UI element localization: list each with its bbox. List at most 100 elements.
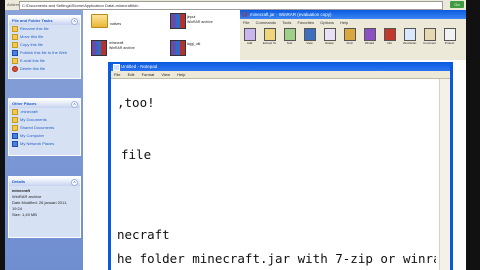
protect-icon <box>443 28 456 41</box>
video-letterbox-right <box>466 0 480 270</box>
panel-header[interactable]: File and Folder Tasks ^ <box>9 16 80 25</box>
chevron-up-icon[interactable]: ^ <box>71 179 78 186</box>
notepad-menu-bar: File Edit Format View Help <box>111 71 450 79</box>
winrar-title-bar[interactable]: minecraft.jar - WinRAR (evaluation copy) <box>240 10 466 19</box>
panel-title: Other Places <box>12 101 37 106</box>
wizard-icon <box>363 28 376 41</box>
rar-archive-icon[interactable] <box>170 40 186 56</box>
delete-icon <box>12 65 18 72</box>
task-email-file[interactable]: E-mail this file <box>9 57 80 65</box>
winrar-menu-tools[interactable]: Tools <box>282 20 291 25</box>
details-panel: Details ^ minecraft WinRAR archive Date … <box>8 176 81 238</box>
task-rename-file[interactable]: Rename this file <box>9 25 80 33</box>
place-my-network[interactable]: My Network Places <box>9 140 80 148</box>
computer-icon <box>12 132 18 139</box>
winrar-menu-bar: File Commands Tools Favorites Options He… <box>240 19 466 26</box>
find-icon <box>343 28 356 41</box>
file-natives-label: natives <box>110 22 122 26</box>
delete-icon <box>323 28 336 41</box>
file-folder-tasks-panel: File and Folder Tasks ^ Rename this file… <box>8 15 81 79</box>
rename-icon <box>12 25 18 32</box>
task-delete-file[interactable]: Delete this file <box>9 65 80 73</box>
file-minecraft-type: WinRAR archive <box>109 46 135 50</box>
task-publish-file[interactable]: Publish this file to the Web <box>9 49 80 57</box>
notepad-text-area[interactable]: ,too! file necraft he folder minecraft.j… <box>111 79 436 270</box>
panel-title: File and Folder Tasks <box>12 18 53 23</box>
chevron-up-icon[interactable]: ^ <box>71 18 78 25</box>
file-jinput-label: jinput <box>187 15 196 19</box>
panel-title: Details <box>12 179 26 184</box>
notepad-vertical-scrollbar[interactable] <box>439 79 450 270</box>
winrar-menu-help[interactable]: Help <box>340 20 348 25</box>
notepad-menu-edit[interactable]: Edit <box>128 72 135 77</box>
place-shared-documents[interactable]: Shared Documents <box>9 124 80 132</box>
winrar-test-button[interactable]: Test <box>282 28 297 46</box>
folder-icon <box>12 108 18 115</box>
extract-icon <box>263 28 276 41</box>
winrar-view-button[interactable]: View <box>302 28 317 46</box>
panel-header[interactable]: Other Places ^ <box>9 99 80 108</box>
virusscan-icon <box>403 28 416 41</box>
folder-icon <box>12 116 18 123</box>
file-jinput-type: WinRAR archive <box>187 20 213 24</box>
winrar-menu-file[interactable]: File <box>243 20 249 25</box>
details-content: minecraft WinRAR archive Date Modified: … <box>9 186 80 220</box>
notepad-line-2: file <box>121 147 152 162</box>
place-minecraft[interactable]: .minecraft <box>9 108 80 116</box>
other-places-panel: Other Places ^ .minecraft My Documents S… <box>8 98 81 156</box>
task-copy-file[interactable]: Copy this file <box>9 41 80 49</box>
winrar-find-button[interactable]: Find <box>342 28 357 46</box>
panel-header[interactable]: Details ^ <box>9 177 80 186</box>
notepad-title-bar[interactable]: Untitled - Notepad <box>111 62 450 71</box>
notepad-app-icon <box>113 64 120 71</box>
test-icon <box>283 28 296 41</box>
envelope-icon <box>12 57 18 64</box>
winrar-wizard-button[interactable]: Wizard <box>362 28 377 46</box>
notepad-menu-format[interactable]: Format <box>142 72 155 77</box>
globe-icon <box>12 49 18 56</box>
notepad-window: Untitled - Notepad File Edit Format View… <box>108 62 453 270</box>
info-icon <box>383 28 396 41</box>
chevron-up-icon[interactable]: ^ <box>71 101 78 108</box>
notepad-line-4: he folder minecraft.jar with 7-zip or wi… <box>117 251 436 266</box>
file-lwjgl-util-label: lwjgl_util <box>187 42 201 46</box>
winrar-virusscan-button[interactable]: VirusScan <box>402 28 417 46</box>
notepad-menu-view[interactable]: View <box>161 72 170 77</box>
winrar-delete-button[interactable]: Delete <box>322 28 337 46</box>
winrar-window: minecraft.jar - WinRAR (evaluation copy)… <box>240 10 466 60</box>
winrar-comment-button[interactable]: Comment <box>422 28 437 46</box>
winrar-menu-commands[interactable]: Commands <box>256 20 276 25</box>
winrar-add-button[interactable]: Add <box>242 28 257 46</box>
notepad-line-3: necraft <box>117 227 170 242</box>
go-button[interactable]: Go <box>450 1 464 8</box>
winrar-app-icon <box>242 12 247 17</box>
notepad-menu-file[interactable]: File <box>114 72 120 77</box>
folder-icon <box>12 124 18 131</box>
comment-icon <box>423 28 436 41</box>
explorer-file-list: natives jinput WinRAR archive minecraft … <box>83 10 240 58</box>
details-modified: Date Modified: 26 januari 2011, 19:24 <box>12 200 68 211</box>
network-icon <box>12 140 18 147</box>
winrar-extract-button[interactable]: Extract To <box>262 28 277 46</box>
view-icon <box>303 28 316 41</box>
rar-archive-icon[interactable] <box>91 40 107 56</box>
place-my-documents[interactable]: My Documents <box>9 116 80 124</box>
notepad-title: Untitled - Notepad <box>121 64 158 69</box>
details-size: Size: 1,49 MB <box>12 212 37 217</box>
rar-archive-icon[interactable] <box>170 13 186 29</box>
winrar-title: minecraft.jar - WinRAR (evaluation copy) <box>250 12 332 17</box>
winrar-protect-button[interactable]: Protect <box>442 28 457 46</box>
folder-icon[interactable] <box>91 14 108 28</box>
winrar-toolbar: Add Extract To Test View Delete Find Wiz… <box>240 26 466 48</box>
winrar-info-button[interactable]: Info <box>382 28 397 46</box>
explorer-task-pane: File and Folder Tasks ^ Rename this file… <box>5 10 83 270</box>
notepad-menu-help[interactable]: Help <box>177 72 185 77</box>
notepad-line-1: ,too! <box>117 95 155 110</box>
move-icon <box>12 33 18 40</box>
winrar-menu-options[interactable]: Options <box>320 20 334 25</box>
winrar-menu-favorites[interactable]: Favorites <box>298 20 314 25</box>
copy-icon <box>12 41 18 48</box>
address-input[interactable]: C:\Documents and Settings\Slome\Applicat… <box>19 1 443 10</box>
place-my-computer[interactable]: My Computer <box>9 132 80 140</box>
task-move-file[interactable]: Move this file <box>9 33 80 41</box>
